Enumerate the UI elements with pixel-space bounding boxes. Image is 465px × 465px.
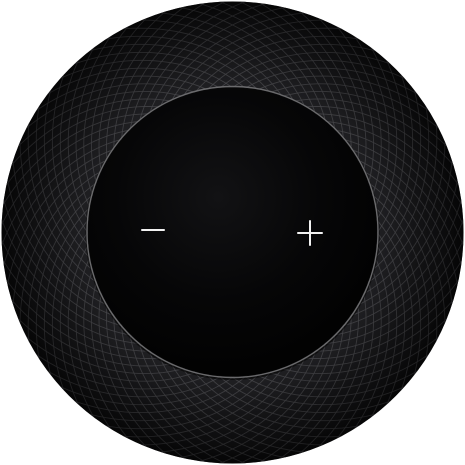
minus-icon <box>141 229 165 231</box>
plus-icon <box>288 211 332 255</box>
volume-up-button[interactable] <box>288 211 332 255</box>
homepod-top-view <box>0 0 465 465</box>
volume-down-button[interactable] <box>131 208 175 252</box>
speaker-body <box>1 1 464 464</box>
